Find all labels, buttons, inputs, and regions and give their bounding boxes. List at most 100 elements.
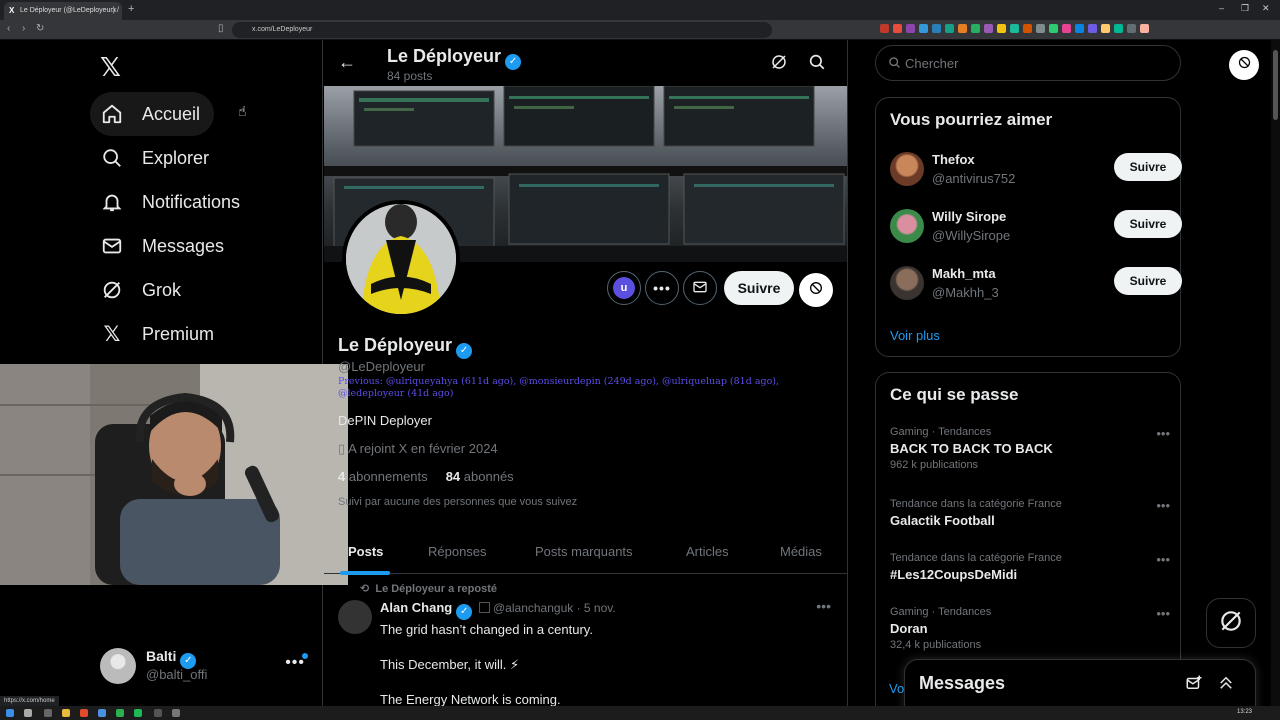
extension-icon[interactable]: [1075, 24, 1084, 33]
back-nav-icon[interactable]: ‹: [7, 23, 10, 34]
url-input[interactable]: x.com/LeDeployeur: [232, 22, 772, 38]
x-logo-icon[interactable]: 𝕏: [100, 52, 121, 83]
extension-icon[interactable]: [1101, 24, 1110, 33]
extension-icon[interactable]: [1127, 24, 1136, 33]
follow-button[interactable]: Suivre: [724, 271, 794, 305]
app-icon[interactable]: [154, 709, 162, 717]
extension-icon[interactable]: [958, 24, 967, 33]
expand-up-icon[interactable]: [1217, 674, 1235, 697]
tweet-more-icon[interactable]: •••: [816, 598, 831, 614]
close-tab-icon[interactable]: ×: [112, 5, 117, 15]
new-tab-icon[interactable]: +: [128, 3, 134, 15]
nav-item-grok[interactable]: Grok: [90, 268, 195, 312]
extension-icon[interactable]: [1062, 24, 1071, 33]
extension-icon[interactable]: [1010, 24, 1019, 33]
browser-tab[interactable]: X Le Déployeur (@LeDeployeur) / ×: [4, 2, 122, 20]
extension-icon[interactable]: [919, 24, 928, 33]
extension-icon[interactable]: [984, 24, 993, 33]
repost-label[interactable]: Le Déployeur a reposté: [375, 583, 497, 595]
tab-media[interactable]: Médias: [780, 544, 822, 559]
trend-item[interactable]: Gaming · Tendances Doran 32,4 k publicat…: [890, 606, 1170, 651]
explorer-icon[interactable]: [62, 709, 70, 717]
tab-highlights[interactable]: Posts marquants: [535, 544, 633, 559]
extension-icon[interactable]: [1088, 24, 1097, 33]
grok-icon[interactable]: [770, 53, 788, 76]
suggestion-handle: @Makhh_3: [932, 285, 999, 300]
nav-item-explore[interactable]: Explorer: [90, 136, 223, 180]
tab-articles[interactable]: Articles: [686, 544, 729, 559]
scrollbar-track[interactable]: [1271, 40, 1280, 706]
scrollbar-thumb[interactable]: [1273, 50, 1278, 120]
nav-item-messages[interactable]: Messages: [90, 224, 238, 268]
reload-icon[interactable]: ↻: [36, 23, 44, 34]
trend-more-icon[interactable]: •••: [1156, 498, 1170, 513]
extension-icon[interactable]: [880, 24, 889, 33]
tweet-author[interactable]: Alan Chang: [380, 600, 452, 615]
tweet-avatar[interactable]: [338, 600, 372, 634]
more-button[interactable]: •••: [645, 271, 679, 305]
follow-button[interactable]: Suivre: [1114, 153, 1182, 181]
trend-more-icon[interactable]: •••: [1156, 426, 1170, 441]
account-switcher[interactable]: Balti ✓ @balti_offi •••: [100, 646, 315, 686]
show-more-link[interactable]: Vo: [889, 681, 904, 696]
search-icon[interactable]: [808, 53, 826, 76]
extension-icon[interactable]: [1023, 24, 1032, 33]
taskview-icon[interactable]: [44, 709, 52, 717]
followers-count[interactable]: 84: [446, 469, 460, 484]
suggestion-item[interactable]: Willy Sirope @WillySirope Suivre: [890, 207, 1182, 247]
app-icon[interactable]: [172, 709, 180, 717]
extension-icon[interactable]: [906, 24, 915, 33]
extension-icon[interactable]: [1049, 24, 1058, 33]
follow-button[interactable]: Suivre: [1114, 267, 1182, 295]
minimize-icon[interactable]: –: [1219, 3, 1224, 13]
following-label[interactable]: abonnements: [349, 469, 428, 484]
spotify-icon[interactable]: [134, 709, 142, 717]
search-icon[interactable]: [24, 709, 32, 717]
tab-posts[interactable]: Posts: [348, 544, 383, 559]
trend-more-icon[interactable]: •••: [1156, 606, 1170, 621]
blocker-toggle-button[interactable]: [1229, 50, 1259, 80]
grok-floating-button[interactable]: [1206, 598, 1256, 648]
followers-label[interactable]: abonnés: [464, 469, 514, 484]
message-button[interactable]: [683, 271, 717, 305]
follow-stats: 4 abonnements 84 abonnés: [338, 469, 514, 484]
u-profile-button[interactable]: u: [607, 271, 641, 305]
profile-avatar[interactable]: [342, 200, 460, 318]
tweet-handle-date[interactable]: @alanchanguk · 5 nov.: [493, 601, 616, 615]
following-count[interactable]: 4: [338, 469, 345, 484]
extension-icon[interactable]: [1036, 24, 1045, 33]
extension-icon[interactable]: [1140, 24, 1149, 33]
bookmark-icon[interactable]: ▯: [218, 23, 224, 34]
show-more-link[interactable]: Voir plus: [890, 328, 940, 343]
new-message-icon[interactable]: [1185, 674, 1203, 697]
trend-item[interactable]: Tendance dans la catégorie France Galact…: [890, 498, 1170, 528]
whatsapp-icon[interactable]: [116, 709, 124, 717]
extension-icon[interactable]: [997, 24, 1006, 33]
restore-icon[interactable]: ❐: [1241, 3, 1249, 14]
clock: 13:23: [1236, 709, 1252, 715]
trend-item[interactable]: Tendance dans la catégorie France #Les12…: [890, 552, 1170, 582]
extension-icon[interactable]: [971, 24, 980, 33]
back-arrow-icon[interactable]: ←: [338, 52, 356, 73]
search-input[interactable]: Chercher: [875, 45, 1181, 81]
nav-item-notifications[interactable]: Notifications: [90, 180, 254, 224]
follow-button[interactable]: Suivre: [1114, 210, 1182, 238]
browser-icon[interactable]: [80, 709, 88, 717]
blocker-button[interactable]: [799, 273, 833, 307]
forward-nav-icon[interactable]: ›: [22, 23, 25, 34]
extension-icon[interactable]: [1114, 24, 1123, 33]
tab-replies[interactable]: Réponses: [428, 544, 487, 559]
suggestion-item[interactable]: Makh_mta @Makhh_3 Suivre: [890, 264, 1182, 304]
trend-item[interactable]: Gaming · Tendances BACK TO BACK TO BACK …: [890, 426, 1170, 471]
nav-item-home[interactable]: Accueil: [90, 92, 215, 136]
suggestion-item[interactable]: Thefox @antivirus752 Suivre: [890, 150, 1182, 190]
app-icon[interactable]: [98, 709, 106, 717]
extension-icon[interactable]: [945, 24, 954, 33]
home-icon: [100, 102, 124, 126]
nav-item-premium[interactable]: 𝕏 Premium: [90, 312, 228, 356]
extension-icon[interactable]: [932, 24, 941, 33]
extension-icon[interactable]: [893, 24, 902, 33]
close-window-icon[interactable]: ✕: [1262, 3, 1270, 14]
start-icon[interactable]: [6, 709, 14, 717]
trend-more-icon[interactable]: •••: [1156, 552, 1170, 567]
